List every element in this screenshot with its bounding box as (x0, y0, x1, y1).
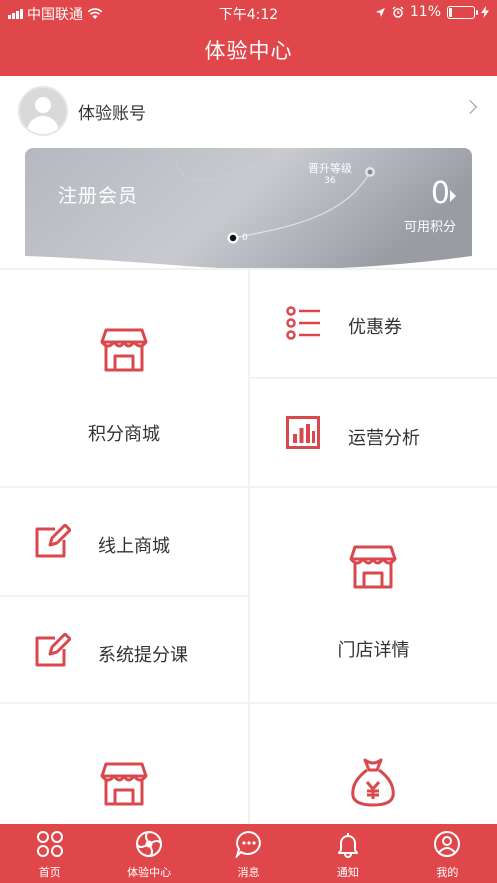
menu-store-details-label: 门店详情 (337, 640, 410, 661)
tab-messages-label: 消息 (237, 866, 260, 879)
menu-analytics-label: 运营分析 (348, 428, 420, 449)
tab-mine[interactable]: 我的 (398, 824, 497, 883)
account-name: 体验账号 (78, 103, 146, 124)
member-level: 注册会员 (58, 185, 139, 207)
member-card[interactable]: 注册会员 晋升等级 36 0 0 可用积分 (25, 148, 472, 268)
status-bar: 中国联通 下午4:12 11% (0, 0, 497, 26)
money-bag-icon (351, 758, 395, 807)
menu-online-mall[interactable]: 线上商城 (0, 488, 248, 595)
battery-fill (449, 7, 452, 17)
account-row[interactable]: 体验账号 (0, 76, 497, 146)
store-icon (100, 328, 148, 372)
tab-home-label: 首页 (38, 866, 61, 879)
alarm-icon (392, 6, 404, 18)
battery-percent: 11% (409, 4, 441, 20)
chevron-right-icon (462, 99, 478, 115)
points-value[interactable]: 0 (431, 176, 450, 211)
tab-mine-label: 我的 (436, 866, 459, 879)
edit-icon (35, 524, 71, 558)
menu-points-mall[interactable]: 积分商城 (0, 270, 248, 486)
menu-course-label: 系统提分课 (98, 645, 188, 666)
edit-icon (35, 633, 71, 667)
menu-store-item[interactable] (0, 704, 248, 824)
page-title: 体验中心 (0, 26, 497, 76)
upgrade-value: 36 (324, 176, 336, 186)
bell-icon (337, 833, 358, 858)
store-icon (100, 762, 148, 806)
menu-online-mall-label: 线上商城 (98, 536, 170, 557)
clover-icon (36, 831, 63, 857)
list-icon (286, 306, 320, 340)
member-card-section: 注册会员 晋升等级 36 0 0 可用积分 (0, 146, 497, 268)
tab-bar: 首页 体验中心 消息 通知 我的 (0, 824, 497, 883)
charging-icon (481, 6, 489, 18)
avatar (18, 86, 68, 136)
user-circle-icon (434, 831, 461, 857)
battery-icon (447, 5, 478, 19)
caret-right-icon (450, 190, 456, 202)
upgrade-info: 晋升等级 36 (308, 160, 352, 186)
menu-course[interactable]: 系统提分课 (0, 597, 248, 702)
bar-chart-icon (286, 416, 320, 449)
status-right: 11% (375, 4, 489, 20)
location-icon (375, 7, 385, 17)
menu-coupons[interactable]: 优惠券 (250, 270, 497, 377)
tab-home[interactable]: 首页 (0, 824, 99, 883)
menu-analytics[interactable]: 运营分析 (250, 379, 497, 486)
tab-center-label: 体验中心 (127, 866, 172, 879)
menu-store-details[interactable]: 门店详情 (250, 488, 497, 702)
menu-grid: 积分商城 优惠券 运营分析 线上商城 门店详情 系统提分课 (0, 268, 497, 824)
tab-messages[interactable]: 消息 (199, 824, 298, 883)
upgrade-label: 晋升等级 (308, 162, 352, 175)
store-icon (349, 545, 397, 589)
points-label: 可用积分 (403, 220, 456, 235)
menu-points-mall-label: 积分商城 (88, 424, 160, 445)
card-background (25, 148, 472, 268)
progress-value: 0 (242, 233, 248, 243)
tab-center[interactable]: 体验中心 (99, 824, 198, 883)
menu-money-item[interactable] (250, 704, 497, 824)
tab-notice[interactable]: 通知 (298, 824, 397, 883)
tab-notice-label: 通知 (336, 866, 359, 879)
menu-coupons-label: 优惠券 (348, 317, 402, 338)
chat-bubble-icon (234, 830, 261, 858)
pinwheel-icon (136, 831, 163, 857)
